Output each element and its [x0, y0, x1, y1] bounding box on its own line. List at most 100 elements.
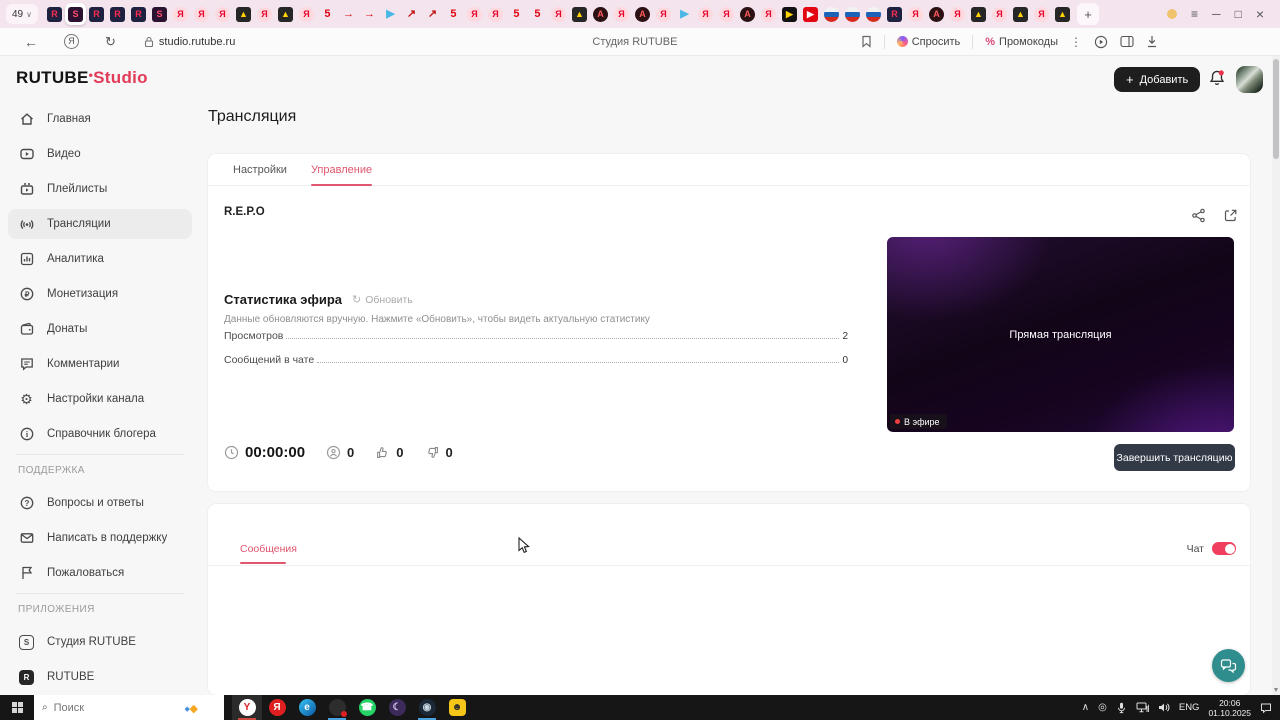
browser-tab[interactable]: ▲ — [275, 3, 296, 25]
browser-menu-icon[interactable]: ≡ — [1191, 8, 1198, 20]
support-chat-button[interactable] — [1212, 649, 1245, 682]
browser-tab[interactable]: S — [149, 3, 170, 25]
browser-tab[interactable]: Я — [1031, 3, 1052, 25]
taskbar-app-yandex-browser[interactable]: Y — [232, 695, 262, 720]
back-button[interactable]: ← — [24, 34, 38, 50]
browser-tab[interactable]: Я — [905, 3, 926, 25]
browser-tab[interactable]: Я — [464, 3, 485, 25]
network-icon[interactable] — [1136, 702, 1149, 713]
browser-tab[interactable]: R — [107, 3, 128, 25]
browser-tab[interactable]: R — [44, 3, 65, 25]
browser-tab[interactable]: Я — [191, 3, 212, 25]
end-broadcast-button[interactable]: Завершить трансляцию — [1114, 444, 1235, 471]
stream-preview[interactable]: Прямая трансляция В эфире — [887, 237, 1234, 432]
browser-tab[interactable] — [821, 3, 842, 25]
taskbar-app-edge[interactable]: e — [292, 695, 322, 720]
tab-messages[interactable]: Сообщения — [240, 543, 297, 555]
taskbar-app-yandex-search[interactable]: Я — [262, 695, 292, 720]
yandex-home-icon[interactable]: Я — [64, 34, 79, 49]
taskbar-search[interactable]: ⌕ ◆◆ — [34, 695, 224, 720]
browser-tab[interactable]: ▲ — [569, 3, 590, 25]
tray-expand-icon[interactable]: ∧ — [1082, 703, 1089, 713]
sidebar-item-report[interactable]: Пожаловаться — [8, 558, 192, 588]
sidebar-item-donations[interactable]: Донаты — [8, 314, 192, 344]
taskbar-app-recorder[interactable] — [322, 695, 352, 720]
browser-tab[interactable]: ▶ — [779, 3, 800, 25]
browser-tab[interactable] — [863, 3, 884, 25]
browser-tab[interactable]: → — [359, 3, 380, 25]
browser-tab[interactable]: ▲ — [233, 3, 254, 25]
scrollbar[interactable]: ▼ — [1272, 56, 1280, 695]
microphone-icon[interactable] — [1116, 702, 1127, 714]
browser-tab[interactable]: Я — [695, 3, 716, 25]
sidebar-item-studio-app[interactable]: S Студия RUTUBE — [8, 627, 192, 657]
browser-tab[interactable]: ▶ — [380, 3, 401, 25]
browser-tab[interactable]: Я — [296, 3, 317, 25]
language-indicator[interactable]: ENG — [1179, 702, 1200, 713]
notifications-button[interactable] — [1208, 69, 1226, 93]
tab-counter[interactable]: 49 ∨ — [6, 4, 38, 24]
tab-settings[interactable]: Настройки — [233, 164, 287, 176]
browser-tab[interactable]: Я — [989, 3, 1010, 25]
toolbar-more-icon[interactable]: ⋮ — [1070, 35, 1082, 49]
sidebar-item-comments[interactable]: Комментарии — [8, 349, 192, 379]
scrollbar-down-arrow[interactable]: ▼ — [1272, 687, 1280, 694]
close-button[interactable]: × — [1256, 7, 1264, 21]
sidebar-item-home[interactable]: Главная — [8, 104, 192, 134]
taskbar-app-robot-app[interactable]: ☻ — [442, 695, 472, 720]
action-center-icon[interactable] — [1260, 702, 1272, 714]
browser-tab[interactable]: ↗ — [401, 3, 422, 25]
sidebar-item-faq[interactable]: ? Вопросы и ответы — [8, 488, 192, 518]
browser-tab[interactable]: Я — [254, 3, 275, 25]
share-icon[interactable] — [1191, 208, 1206, 228]
browser-tab[interactable]: → — [338, 3, 359, 25]
recorder-tray-icon[interactable]: ◎ — [1098, 703, 1107, 713]
ask-button[interactable]: Спросить — [897, 36, 961, 48]
new-tab-button[interactable]: + — [1077, 3, 1099, 25]
minimize-button[interactable]: ─ — [1212, 8, 1221, 20]
browser-tab[interactable]: R — [86, 3, 107, 25]
browser-tab[interactable] — [842, 3, 863, 25]
sidebar-item-rutube-app[interactable]: R RUTUBE — [8, 662, 192, 692]
maximize-button[interactable]: □ — [1235, 8, 1242, 20]
taskbar-app-steam[interactable]: ◉ — [412, 695, 442, 720]
browser-tab[interactable]: R — [128, 3, 149, 25]
browser-tab[interactable]: 5 — [506, 3, 527, 25]
browser-tab[interactable]: Я — [653, 3, 674, 25]
browser-tab[interactable]: ▲ — [1052, 3, 1073, 25]
browser-tab[interactable]: Я — [947, 3, 968, 25]
address-bar[interactable]: studio.rutube.ru — [144, 36, 235, 48]
sidebar-item-analytics[interactable]: Аналитика — [8, 244, 192, 274]
start-button[interactable] — [0, 695, 34, 720]
browser-tab[interactable]: Я — [758, 3, 779, 25]
browser-tab[interactable]: 5 — [317, 3, 338, 25]
browser-tab[interactable]: Я — [170, 3, 191, 25]
browser-tab[interactable]: Я — [485, 3, 506, 25]
speaker-icon[interactable] — [1158, 702, 1170, 713]
sidebar-item-blogger-guide[interactable]: i Справочник блогера — [8, 419, 192, 449]
avatar[interactable] — [1236, 66, 1263, 93]
browser-tab[interactable]: A — [590, 3, 611, 25]
browser-tab[interactable]: A — [926, 3, 947, 25]
browser-tab[interactable]: A — [632, 3, 653, 25]
taskbar-app-ghost-app[interactable]: ☾ — [382, 695, 412, 720]
bookmark-icon[interactable] — [861, 35, 872, 48]
taskbar-clock[interactable]: 20:06 01.10.2025 — [1208, 698, 1251, 718]
chat-toggle[interactable] — [1212, 542, 1236, 555]
browser-tab[interactable]: ▶ — [674, 3, 695, 25]
sidebar-item-video[interactable]: Видео — [8, 139, 192, 169]
browser-tab[interactable]: Я — [716, 3, 737, 25]
profile-icon[interactable] — [1167, 9, 1177, 19]
sidebar-item-write-support[interactable]: Написать в поддержку — [8, 523, 192, 553]
sidebar-item-broadcasts[interactable]: Трансляции — [8, 209, 192, 239]
sidebar-item-monetization[interactable]: ₽ Монетизация — [8, 279, 192, 309]
downloads-icon[interactable] — [1146, 35, 1158, 48]
browser-tab[interactable]: Я — [212, 3, 233, 25]
browser-tab[interactable]: ▲ — [968, 3, 989, 25]
external-link-icon[interactable] — [1223, 208, 1238, 228]
browser-tab[interactable]: ▶ — [800, 3, 821, 25]
video-popup-icon[interactable] — [1094, 35, 1108, 49]
promo-button[interactable]: %Промокоды — [985, 36, 1058, 48]
browser-tab[interactable]: S — [65, 3, 86, 25]
refresh-button[interactable]: ↻ Обновить — [352, 293, 413, 306]
